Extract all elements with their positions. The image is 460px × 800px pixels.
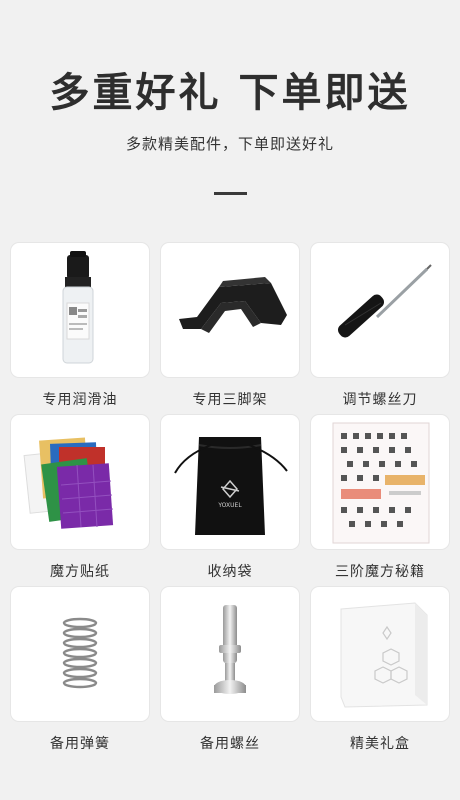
accessory-image-card [161,243,299,377]
sticker-sheets-icon [23,437,114,529]
title-divider [214,192,247,195]
spring-icon [62,617,98,689]
guide-sheet-icon [332,422,430,544]
accessory-label: 收纳袋 [207,564,253,580]
accessory-label: 专用三脚架 [192,392,268,408]
accessory-label: 专用润滑油 [42,392,118,408]
accessory-image-card [11,587,149,721]
page-title: 多重好礼 下单即送 [49,70,411,116]
accessory-label: 调节螺丝刀 [342,392,418,408]
accessory-item-bag: YOXUEL 收纳袋 [161,415,299,581]
accessory-image-card [161,587,299,721]
accessory-image-card [311,243,449,377]
accessory-item-guide: 三阶魔方秘籍 [311,415,449,581]
lubricant-bottle-icon [62,251,94,364]
gift-box-icon [340,602,428,708]
accessory-image-card [311,415,449,549]
brand-mark: YOXUEL [217,502,242,509]
accessory-image-card: YOXUEL [161,415,299,549]
accessory-image-card [11,243,149,377]
accessory-item-stickers: 魔方贴纸 [11,415,149,581]
accessory-item-spring: 备用弹簧 [11,587,149,753]
accessory-item-lubricant: 专用润滑油 [11,243,149,409]
accessory-label: 魔方贴纸 [50,564,110,580]
accessory-item-stand: 专用三脚架 [161,243,299,409]
screwdriver-icon [337,264,432,338]
cube-stand-icon [179,277,287,333]
accessory-item-screwdriver: 调节螺丝刀 [311,243,449,409]
page-subtitle: 多款精美配件，下单即送好礼 [125,135,334,153]
storage-bag-icon: YOXUEL [174,437,288,535]
accessory-image-card [311,587,449,721]
accessory-label: 备用弹簧 [50,736,110,752]
accessory-label: 精美礼盒 [350,736,410,752]
accessory-item-giftbox: 精美礼盒 [311,587,449,753]
accessory-image-card [11,415,149,549]
accessory-item-screw: 备用螺丝 [161,587,299,753]
screw-icon [214,605,246,694]
accessory-label: 备用螺丝 [200,736,260,752]
accessory-label: 三阶魔方秘籍 [335,564,425,580]
